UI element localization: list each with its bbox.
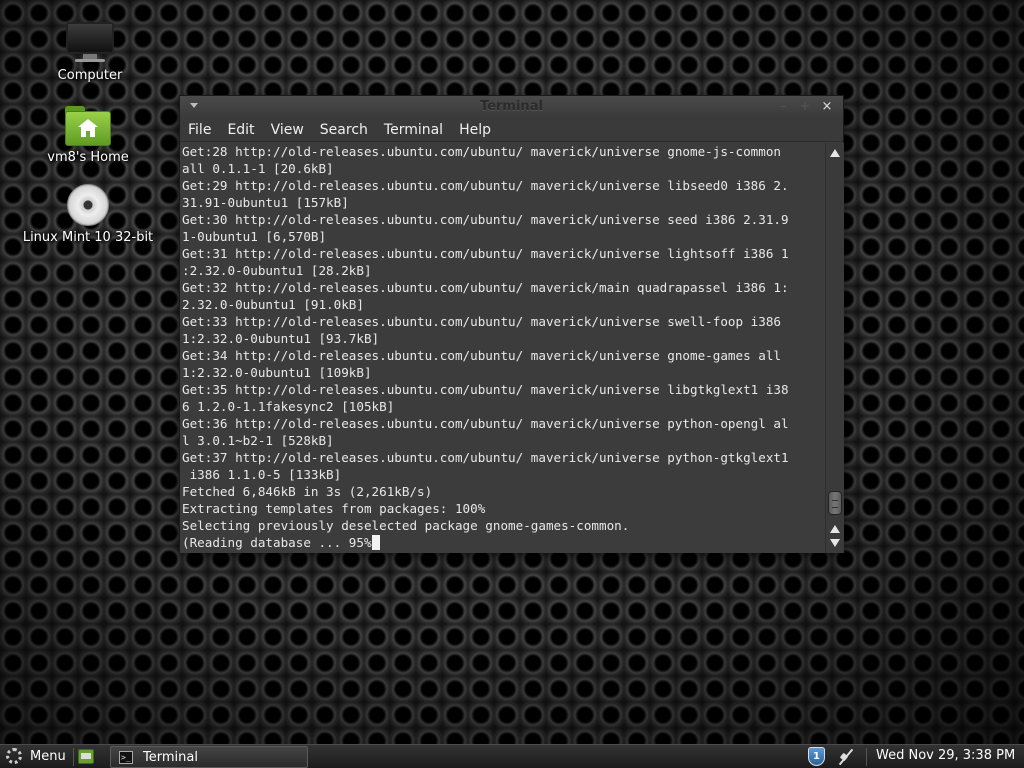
terminal-line: 1:2.32.0-0ubuntu1 [93.7kB]	[182, 331, 380, 346]
monitor-icon	[66, 22, 114, 64]
menu-button[interactable]: Menu	[6, 748, 66, 764]
terminal-current-line: (Reading database ... 95%	[182, 535, 372, 550]
terminal-prompt-line[interactable]: (Reading database ... 95%	[180, 534, 825, 551]
terminal-text: Get:28 http://old-releases.ubuntu.com/ub…	[180, 143, 825, 534]
terminal-line: 1:2.32.0-0ubuntu1 [109kB]	[182, 365, 372, 380]
terminal-window[interactable]: Terminal – + × File Edit View Search Ter…	[179, 95, 844, 553]
terminal-line: Get:35 http://old-releases.ubuntu.com/ub…	[182, 382, 789, 397]
desktop-icon-home[interactable]: vm8's Home	[18, 106, 158, 165]
terminal-line: Get:34 http://old-releases.ubuntu.com/ub…	[182, 348, 781, 363]
terminal-icon: >_	[119, 750, 133, 764]
menu-help[interactable]: Help	[459, 122, 491, 138]
desktop-icon-label: Linux Mint 10 32-bit	[22, 230, 154, 245]
close-button[interactable]: ×	[820, 99, 834, 114]
terminal-output[interactable]: Get:28 http://old-releases.ubuntu.com/ub…	[180, 143, 825, 553]
taskbar-label: Terminal	[143, 749, 198, 765]
desktop-icon-computer[interactable]: Computer	[20, 22, 160, 83]
taskbar-button-terminal[interactable]: >_ Terminal	[110, 746, 308, 768]
terminal-line: Get:32 http://old-releases.ubuntu.com/ub…	[182, 280, 789, 295]
terminal-line: l 3.0.1~b2-1 [528kB]	[182, 433, 334, 448]
terminal-line: Get:30 http://old-releases.ubuntu.com/ub…	[182, 212, 789, 227]
gear-icon	[6, 748, 22, 764]
menubar: File Edit View Search Terminal Help	[180, 118, 843, 142]
terminal-line: Fetched 6,846kB in 3s (2,261kB/s)	[182, 484, 433, 499]
terminal-line: Get:36 http://old-releases.ubuntu.com/ub…	[182, 416, 789, 431]
menu-file[interactable]: File	[188, 122, 211, 138]
desktop-icon-disc[interactable]: Linux Mint 10 32-bit	[18, 184, 158, 245]
terminal-line: :2.32.0-0ubuntu1 [28.2kB]	[182, 263, 372, 278]
terminal-line: Get:37 http://old-releases.ubuntu.com/ub…	[182, 450, 789, 465]
network-icon[interactable]	[836, 748, 856, 766]
desktop-icon-label: Computer	[57, 68, 123, 83]
scrollbar-thumb[interactable]	[828, 491, 842, 515]
disc-icon	[67, 184, 109, 226]
panel-separator	[73, 748, 74, 766]
terminal-line: Selecting previously deselected package …	[182, 518, 630, 533]
file-manager-launcher-icon[interactable]	[78, 749, 94, 764]
text-cursor	[371, 535, 380, 550]
update-shield-icon[interactable]: 1	[808, 747, 825, 766]
menu-button-label: Menu	[30, 748, 66, 764]
scroll-up-icon[interactable]	[830, 149, 840, 157]
scroll-up-small-icon[interactable]	[830, 525, 840, 533]
clock[interactable]: Wed Nov 29, 3:38 PM	[876, 748, 1015, 763]
menu-view[interactable]: View	[271, 122, 304, 138]
menu-search[interactable]: Search	[320, 122, 368, 138]
home-folder-icon	[65, 106, 111, 146]
terminal-line: i386 1.1.0-5 [133kB]	[182, 467, 342, 482]
menu-edit[interactable]: Edit	[227, 122, 254, 138]
terminal-line: Extracting templates from packages: 100%	[182, 501, 486, 516]
window-titlebar[interactable]: Terminal – + ×	[180, 96, 843, 118]
window-title: Terminal	[480, 99, 543, 114]
maximize-button[interactable]: +	[798, 99, 812, 113]
vertical-scrollbar[interactable]	[825, 143, 844, 553]
menu-terminal[interactable]: Terminal	[384, 122, 443, 138]
scroll-down-icon[interactable]	[830, 539, 840, 547]
desktop-icon-label: vm8's Home	[47, 150, 129, 165]
terminal-line: Get:28 http://old-releases.ubuntu.com/ub…	[182, 144, 781, 159]
terminal-line: 2.32.0-0ubuntu1 [91.0kB]	[182, 297, 364, 312]
terminal-line: 31.91-0ubuntu1 [157kB]	[182, 195, 349, 210]
terminal-line: Get:33 http://old-releases.ubuntu.com/ub…	[182, 314, 781, 329]
terminal-line: Get:31 http://old-releases.ubuntu.com/ub…	[182, 246, 789, 261]
terminal-line: Get:29 http://old-releases.ubuntu.com/ub…	[182, 178, 789, 193]
terminal-line: all 0.1.1-1 [20.6kB]	[182, 161, 334, 176]
minimize-button[interactable]: –	[776, 99, 790, 113]
bottom-panel: Menu >_ Terminal 1 Wed Nov 29, 3:38 PM	[0, 744, 1024, 768]
panel-separator	[866, 748, 867, 766]
terminal-line: 6 1.2.0-1.1fakesync2 [105kB]	[182, 399, 395, 414]
terminal-line: 1-0ubuntu1 [6,570B]	[182, 229, 327, 244]
